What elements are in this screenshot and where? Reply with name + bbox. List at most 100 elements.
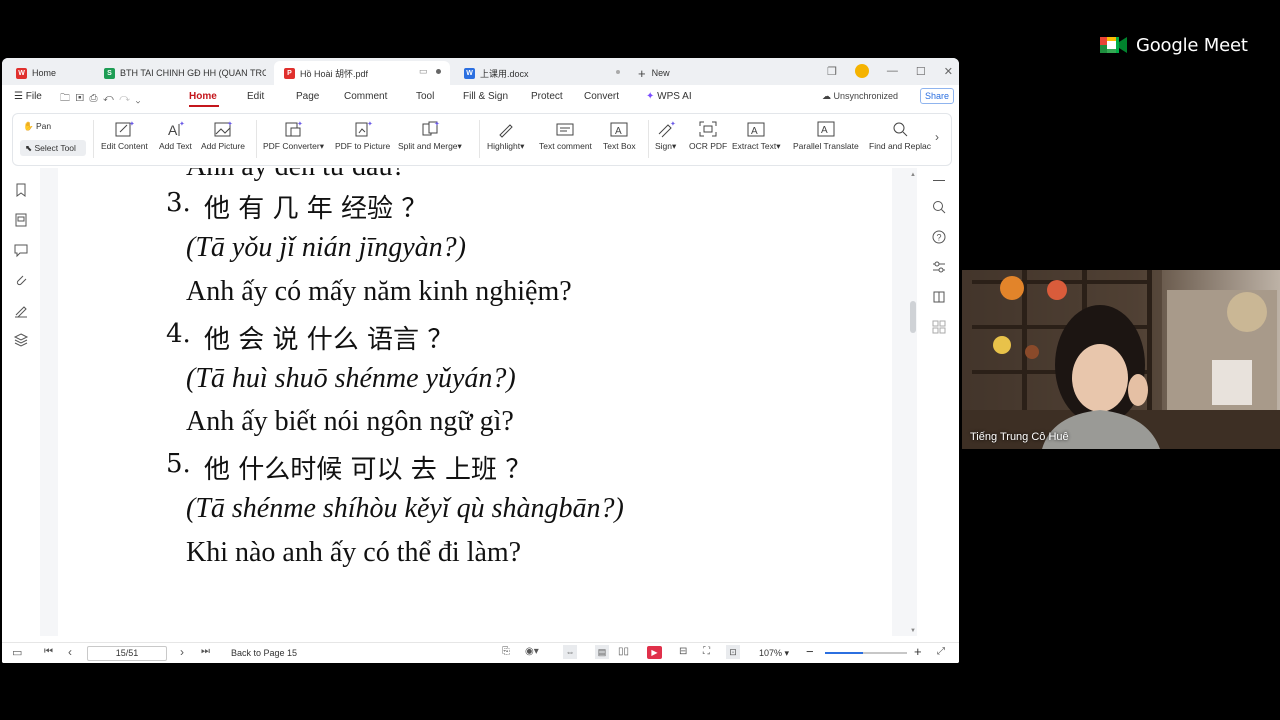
share-button[interactable]: Share — [920, 88, 955, 104]
menu-home[interactable]: Home — [189, 91, 217, 102]
scrollbar-thumb[interactable] — [910, 301, 916, 333]
restore-window-icon[interactable]: ❐ — [827, 65, 837, 78]
text-comment-button[interactable]: Text comment — [539, 120, 592, 151]
thumbnail-icon[interactable] — [13, 212, 29, 228]
last-page-icon[interactable]: ⏭ — [201, 646, 210, 657]
divider — [479, 120, 480, 158]
two-page-icon[interactable]: ▯▯ — [618, 646, 629, 657]
document-viewport[interactable]: Anh ấy đến từ đâu? 3. 他 有 几 年 经验 ？ (Tā y… — [40, 168, 917, 636]
close-icon[interactable]: ✕ — [944, 65, 953, 78]
extract-text-button[interactable]: A Extract Text▾ — [732, 120, 781, 152]
svg-text:A: A — [615, 126, 622, 137]
select-tool[interactable]: ⬉ Select Tool — [20, 140, 86, 156]
zoom-level[interactable]: 107% ▾ — [759, 648, 789, 659]
first-page-icon[interactable]: ⏮ — [44, 646, 53, 657]
ocr-pdf-button[interactable]: OCR PDF — [689, 120, 727, 151]
divider — [256, 120, 257, 158]
maximize-icon[interactable]: ☐ — [916, 65, 926, 78]
comment-icon[interactable] — [13, 242, 29, 258]
open-folder-icon[interactable]: 🗀 — [60, 93, 70, 104]
undo-icon[interactable]: ↶ — [103, 93, 114, 104]
play-icon[interactable]: ▶ — [647, 646, 662, 659]
pdf-converter-button[interactable]: ✦ PDF Converter▾ — [263, 120, 324, 152]
tab-spreadsheet[interactable]: S BTH TAI CHINH GĐ HH (QUAN TRON — [94, 61, 270, 85]
minimize-icon[interactable]: — — [887, 65, 898, 77]
menu-tool[interactable]: Tool — [416, 91, 434, 102]
collapse-icon[interactable] — [933, 180, 945, 181]
read-mode-icon[interactable] — [932, 290, 946, 304]
next-page-icon[interactable]: › — [180, 645, 184, 659]
search-icon — [893, 122, 908, 137]
export-icon[interactable]: ⎘ — [502, 646, 510, 657]
scroll-down-icon[interactable]: ▼ — [910, 628, 916, 634]
tab-dot-icon — [436, 69, 441, 74]
page-number-input[interactable]: 15/51 — [87, 646, 167, 661]
menu-convert[interactable]: Convert — [584, 91, 619, 102]
new-tab-button[interactable]: + New — [638, 61, 698, 85]
tab-screen-icon: ▭ — [419, 66, 428, 76]
find-replace-button[interactable]: Find and Replac — [867, 120, 933, 151]
tab-home[interactable]: W Home — [6, 61, 94, 85]
svg-text:A: A — [751, 126, 758, 137]
bookmark-icon[interactable] — [13, 182, 29, 198]
zoom-in-icon[interactable]: + — [914, 644, 922, 659]
split-merge-button[interactable]: ✦ Split and Merge▾ — [398, 120, 462, 152]
menu-edit[interactable]: Edit — [247, 91, 264, 102]
full-screen-icon[interactable]: ⛶ — [703, 646, 710, 657]
chevron-right-icon[interactable]: › — [935, 130, 939, 144]
chevron-down-icon[interactable]: ⌄ — [136, 93, 141, 104]
scroll-up-icon[interactable]: ▲ — [910, 172, 916, 178]
single-page-icon[interactable]: ▤ — [595, 645, 609, 659]
print-icon[interactable]: ⎙ — [89, 93, 97, 104]
edit-content-button[interactable]: ✦ Edit Content — [101, 120, 148, 151]
tab-docx[interactable]: W 上课用.docx — [454, 61, 630, 85]
convert-icon: ✦ — [285, 120, 303, 137]
highlight-button[interactable]: Highlight▾ — [487, 120, 524, 152]
text-box-icon: A — [610, 122, 628, 137]
add-picture-button[interactable]: ✦ Add Picture — [201, 120, 245, 151]
tab-pdf-active[interactable]: P Hồ Hoài 胡怀.pdf ▭ — [274, 61, 450, 85]
pdf-to-picture-button[interactable]: ✦ PDF to Picture — [335, 120, 390, 151]
add-text-button[interactable]: A ✦ Add Text — [159, 120, 192, 151]
wps-home-icon: W — [16, 67, 27, 79]
parallel-translate-button[interactable]: A Parallel Translate — [793, 120, 859, 151]
file-menu[interactable]: ☰ File — [14, 91, 42, 102]
vertical-scrollbar[interactable]: ▲ ▼ — [909, 172, 917, 636]
item-3-hanzi: 他 有 几 年 经验 ？ — [204, 194, 428, 224]
layers-icon[interactable] — [13, 332, 29, 348]
crop-icon[interactable]: ⊡ — [726, 645, 740, 659]
sidebar-toggle-icon[interactable]: ▭ — [12, 646, 22, 659]
attachment-icon[interactable] — [13, 272, 29, 288]
settings-sliders-icon[interactable] — [932, 260, 946, 274]
expand-icon[interactable]: ⤢ — [937, 646, 945, 657]
search-icon[interactable] — [932, 200, 946, 214]
menu-page[interactable]: Page — [296, 91, 319, 102]
signature-panel-icon[interactable] — [13, 302, 29, 318]
prev-page-icon[interactable]: ‹ — [68, 645, 72, 659]
pan-tool[interactable]: ✋ Pan — [23, 121, 51, 132]
fit-page-icon[interactable]: ⊟ — [679, 646, 687, 657]
menu-comment[interactable]: Comment — [344, 91, 387, 102]
zoom-out-icon[interactable]: − — [806, 644, 814, 659]
redo-icon[interactable]: ↷ — [119, 93, 130, 104]
split-merge-icon: ✦ — [422, 120, 440, 136]
status-bar: ▭ ⏮ ‹ 15/51 › ⏭ Back to Page 15 ⎘ ◉▾ ⇔ ▤… — [2, 642, 959, 663]
text-box-button[interactable]: A Text Box — [603, 120, 636, 151]
sync-status[interactable]: ☁ Unsynchronized — [822, 91, 898, 102]
avatar[interactable] — [854, 64, 869, 78]
pdf-to-image-icon: ✦ — [355, 120, 373, 137]
save-icon[interactable]: ▣ — [76, 93, 84, 104]
menu-protect[interactable]: Protect — [531, 91, 563, 102]
sign-button[interactable]: ✦ Sign▾ — [655, 120, 676, 152]
quick-access-toolbar: 🗀 ▣ ⎙ ↶ ↷ ⌄ — [60, 91, 140, 108]
back-to-page-link[interactable]: Back to Page 15 — [231, 648, 297, 658]
eye-icon[interactable]: ◉▾ — [525, 646, 539, 657]
svg-text:✦: ✦ — [670, 120, 676, 128]
apps-grid-icon[interactable] — [932, 320, 946, 334]
menu-fill-sign[interactable]: Fill & Sign — [463, 91, 508, 102]
help-icon[interactable]: ? — [932, 230, 946, 244]
fit-width-icon[interactable]: ⇔ — [563, 645, 577, 659]
participant-video-tile[interactable]: Tiếng Trung Cô Huê — [962, 270, 1280, 449]
zoom-slider[interactable] — [825, 652, 907, 654]
wps-ai-button[interactable]: ✦ WPS AI — [646, 91, 692, 102]
